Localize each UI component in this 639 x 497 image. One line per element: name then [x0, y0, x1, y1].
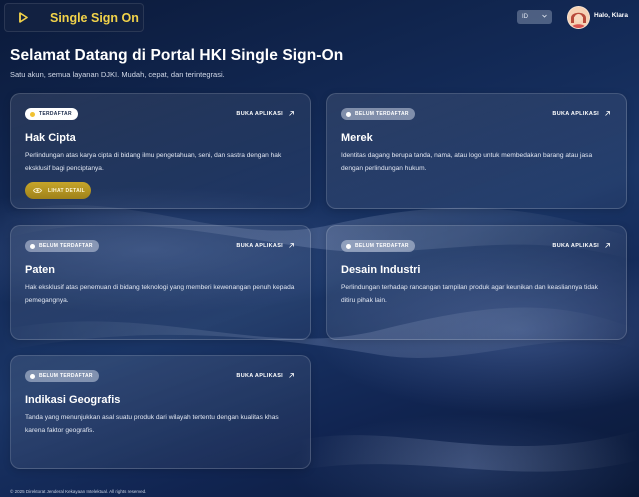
open-app-label: BUKA APLIKASI	[236, 242, 283, 249]
card-description: Perlindungan terhadap rancangan tampilan…	[341, 284, 598, 304]
status-badge-label: BELUM TERDAFTAR	[39, 373, 93, 379]
brand-logo-icon	[19, 11, 33, 25]
status-badge-label: BELUM TERDAFTAR	[355, 111, 409, 117]
service-card-hak-cipta: TERDAFTAR BUKA APLIKASI Hak Cipta Perlin…	[10, 93, 311, 209]
card-title: Merek	[341, 132, 373, 144]
status-dot-icon	[346, 111, 351, 117]
service-card-merek: BELUM TERDAFTAR BUKA APLIKASI Merek Iden…	[326, 93, 627, 209]
card-description: Tanda yang menunjukkan asal suatu produk…	[25, 414, 279, 434]
open-app-label: BUKA APLIKASI	[236, 110, 283, 117]
status-dot-icon	[30, 243, 35, 249]
open-app-link[interactable]: BUKA APLIKASI	[236, 242, 295, 249]
service-card-desain-industri: BELUM TERDAFTAR BUKA APLIKASI Desain Ind…	[326, 225, 627, 340]
eye-icon	[33, 188, 42, 193]
open-app-link[interactable]: BUKA APLIKASI	[552, 242, 611, 249]
card-title: Indikasi Geografis	[25, 394, 121, 406]
open-app-link[interactable]: BUKA APLIKASI	[236, 372, 295, 379]
status-badge-label: BELUM TERDAFTAR	[39, 243, 93, 249]
language-value: ID	[522, 14, 528, 20]
card-description: Identitas dagang berupa tanda, nama, ata…	[341, 152, 593, 172]
user-greeting: Halo, Klara	[594, 12, 628, 19]
status-dot-icon	[346, 243, 351, 249]
external-link-icon	[605, 243, 610, 248]
open-app-link[interactable]: BUKA APLIKASI	[236, 110, 295, 117]
page-subtitle: Satu akun, semua layanan DJKI. Mudah, ce…	[10, 70, 225, 79]
status-badge-label: BELUM TERDAFTAR	[355, 243, 409, 249]
external-link-icon	[289, 373, 294, 378]
card-title: Paten	[25, 264, 55, 276]
chevron-down-icon	[542, 14, 547, 20]
page-title: Selamat Datang di Portal HKI Single Sign…	[10, 47, 344, 64]
external-link-icon	[605, 111, 610, 116]
card-title: Hak Cipta	[25, 132, 76, 144]
external-link-icon	[289, 243, 294, 248]
status-badge-label: TERDAFTAR	[39, 111, 72, 117]
footer-copyright: © 2025 Direktorat Jenderal Kekayaan Inte…	[10, 489, 147, 494]
brand-button[interactable]: Single Sign On	[4, 3, 144, 32]
status-badge: TERDAFTAR	[25, 108, 78, 120]
status-dot-icon	[30, 373, 35, 379]
external-link-icon	[289, 111, 294, 116]
brand-title: Single Sign On	[50, 10, 139, 25]
open-app-label: BUKA APLIKASI	[552, 110, 599, 117]
card-description: Perlindungan atas karya cipta di bidang …	[25, 152, 282, 172]
user-avatar[interactable]	[567, 6, 590, 29]
status-badge: BELUM TERDAFTAR	[341, 108, 415, 120]
card-description: Hak eksklusif atas penemuan di bidang te…	[25, 284, 295, 304]
status-badge: BELUM TERDAFTAR	[25, 370, 99, 382]
service-card-indikasi-geografis: BELUM TERDAFTAR BUKA APLIKASI Indikasi G…	[10, 355, 311, 469]
card-title: Desain Industri	[341, 264, 421, 276]
open-app-label: BUKA APLIKASI	[552, 242, 599, 249]
status-dot-icon	[30, 111, 35, 117]
service-card-paten: BELUM TERDAFTAR BUKA APLIKASI Paten Hak …	[10, 225, 311, 340]
language-select[interactable]: ID	[517, 10, 552, 24]
open-app-link[interactable]: BUKA APLIKASI	[552, 110, 611, 117]
view-detail-label: LIHAT DETAIL	[48, 187, 86, 194]
top-bar: Single Sign On ID Halo, Klara	[0, 0, 639, 36]
status-badge: BELUM TERDAFTAR	[25, 240, 99, 252]
open-app-label: BUKA APLIKASI	[236, 372, 283, 379]
status-badge: BELUM TERDAFTAR	[341, 240, 415, 252]
view-detail-button[interactable]: LIHAT DETAIL	[25, 182, 91, 199]
